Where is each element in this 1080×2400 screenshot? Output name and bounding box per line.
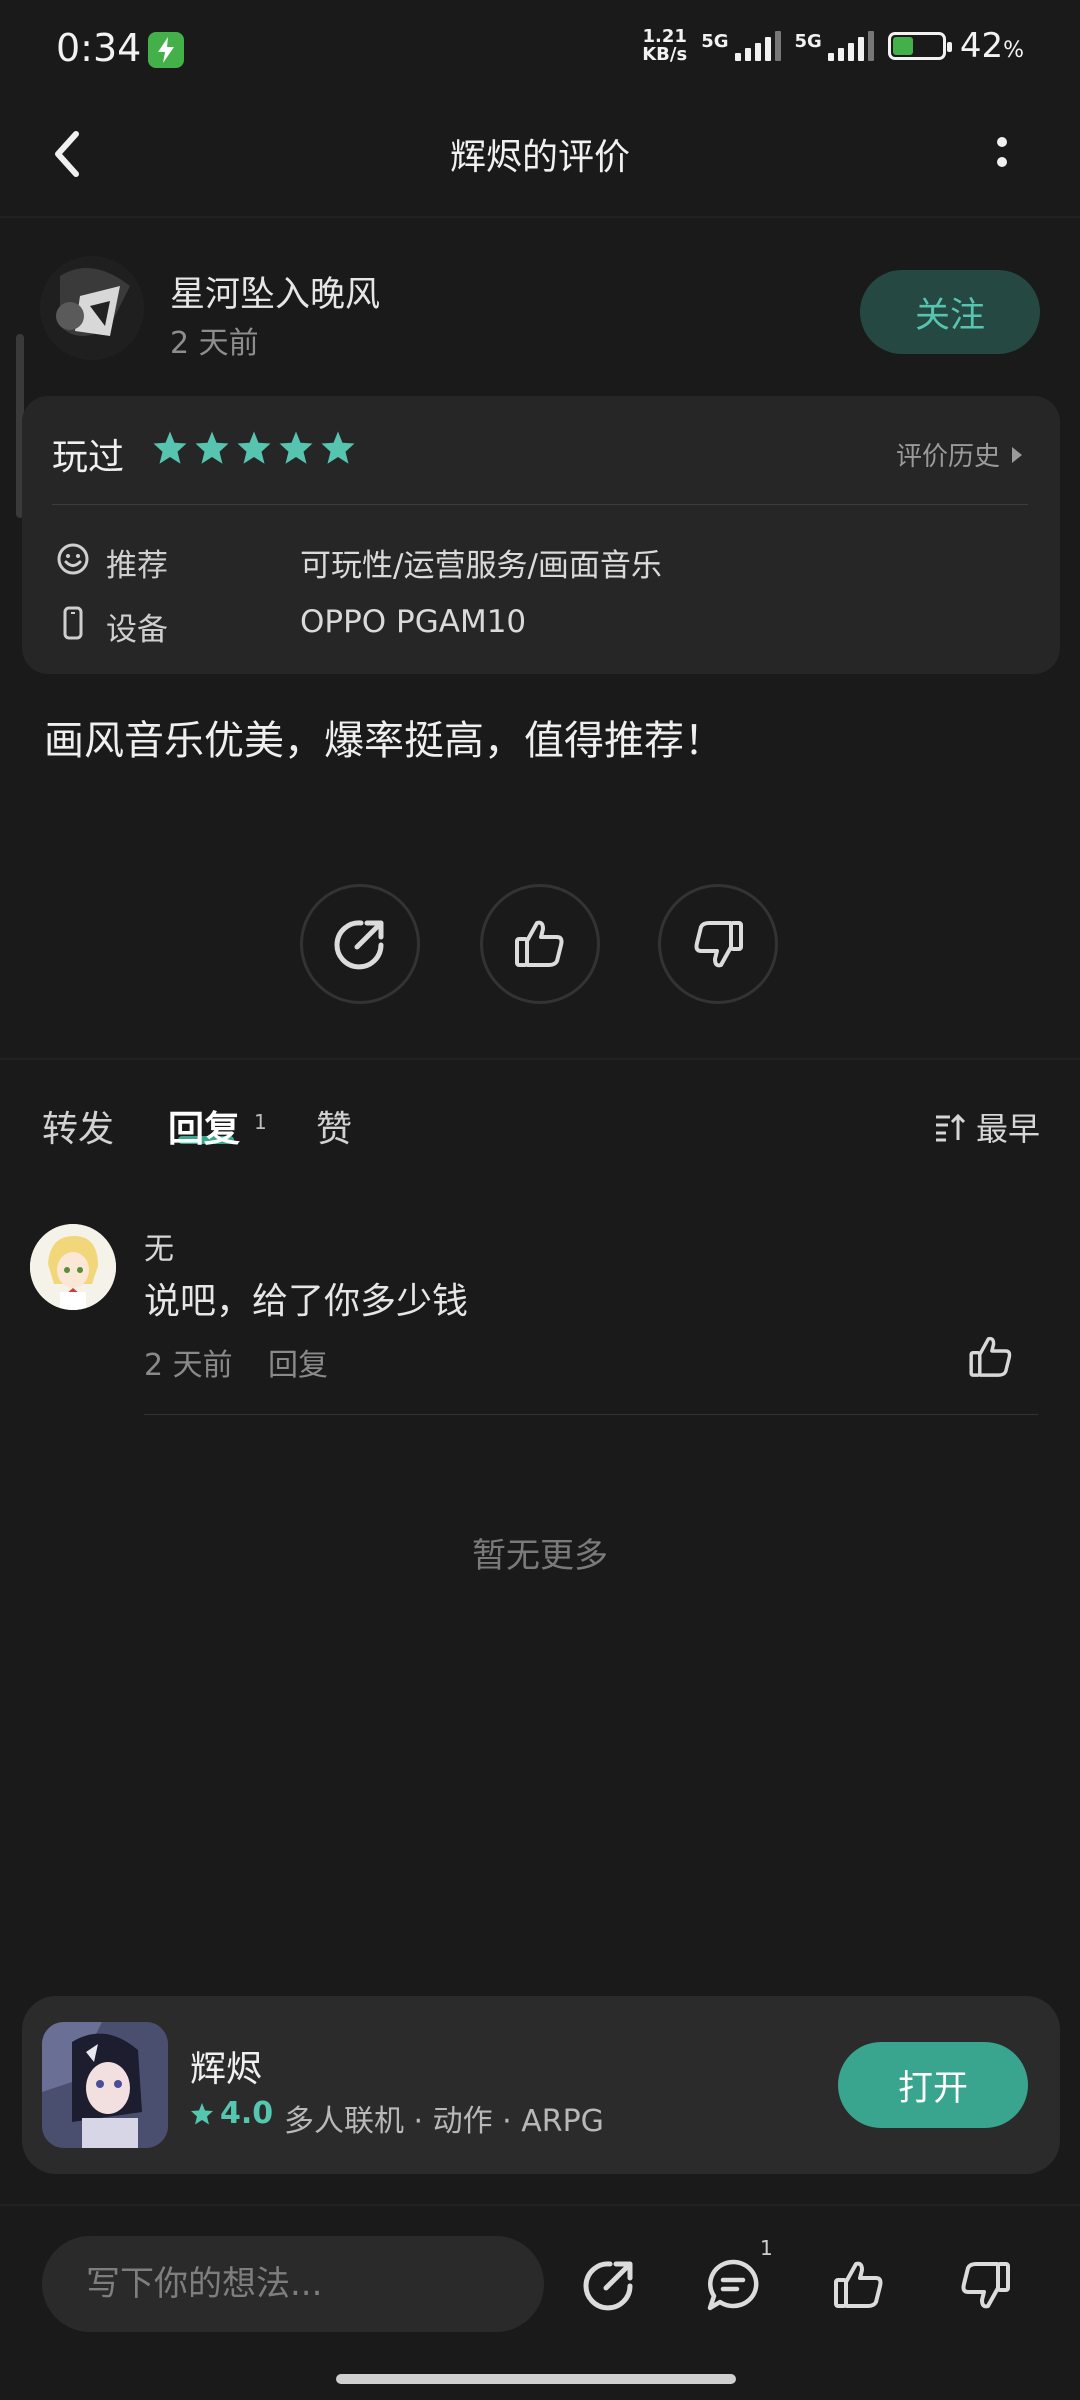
comment-text: 说吧，给了你多少钱 [144,1281,469,1322]
thumbs-up-icon [515,920,564,967]
device-label: 设备 [106,612,168,648]
game-icon[interactable] [42,2022,168,2148]
comment-reply-button[interactable]: 回复 [268,1340,328,1384]
card-divider [52,504,1028,505]
home-indicator[interactable] [336,2374,736,2384]
star-icon [191,2102,213,2124]
review-history-link[interactable]: 评价历史 [896,436,1024,473]
section-divider [0,1058,1080,1060]
tab-forward[interactable]: 转发 [42,1100,114,1152]
follow-button[interactable]: 关注 [860,270,1040,354]
sort-button[interactable]: 最早 [934,1104,1040,1150]
review-text: 画风音乐优美，爆率挺高，值得推荐！ [44,718,724,764]
more-options-icon[interactable] [990,132,1014,176]
comment-divider [144,1414,1038,1415]
status-time: 0:34 [56,26,142,70]
thumbs-down-icon [694,921,743,968]
network-speed: 1.21 KB/s [642,28,687,64]
dislike-button[interactable] [658,884,778,1004]
star-icon [279,431,313,464]
signal-sim1-icon: 5G [701,31,781,61]
game-rating: 4.0 [190,2096,273,2131]
game-name[interactable]: 辉烬 [190,2040,262,2092]
no-more-text: 暂无更多 [472,1536,608,1576]
header-divider [0,216,1080,218]
signal-sim2-icon: 5G [795,31,874,61]
thumbs-down-icon[interactable] [956,2256,1014,2314]
like-button[interactable] [480,884,600,1004]
share-icon[interactable] [580,2256,638,2314]
phone-icon [56,606,90,640]
reviewer-name[interactable]: 星河坠入晚风 [170,266,380,317]
page-title: 辉烬的评价 [449,137,630,178]
status-icons: 1.21 KB/s 5G 5G 42% [642,26,1024,66]
star-icon [195,431,229,464]
device-value: OPPO PGAM10 [300,604,527,640]
comment-like-icon[interactable] [966,1332,1016,1382]
sort-icon [936,1113,966,1142]
share-icon [334,920,384,970]
open-game-button[interactable]: 打开 [838,2042,1028,2128]
comment-time: 2 天前 [144,1348,233,1383]
review-time: 2 天前 [170,326,259,361]
comment-count-badge: 1 [760,2236,773,2260]
star-icon [153,431,187,464]
bottom-divider [0,2204,1080,2206]
sort-label: 最早 [976,1110,1041,1148]
commenter-avatar[interactable] [30,1224,116,1310]
charging-app-icon [148,32,184,68]
sim2-label: 5G [794,31,822,52]
recommend-value: 可玩性/运营服务/画面音乐 [300,548,662,584]
reviewer-avatar[interactable] [40,256,144,360]
sim1-label: 5G [701,31,729,52]
review-history-label: 评价历史 [896,442,1001,472]
tab-reply[interactable]: 回复 [168,1100,240,1152]
star-icon [321,431,355,464]
star-icon [237,431,271,464]
triangle-right-icon [1012,446,1023,463]
game-rating-value: 4.0 [220,2096,274,2131]
battery-percent: 42% [959,26,1024,66]
thumbs-up-icon[interactable] [830,2256,888,2314]
reply-count: 1 [254,1110,267,1134]
tab-like[interactable]: 赞 [316,1100,352,1152]
comment-icon[interactable] [704,2256,762,2314]
share-button[interactable] [300,884,420,1004]
battery-icon [887,32,952,60]
play-status: 玩过 [52,437,125,478]
star-rating [152,430,356,466]
comment-input[interactable] [42,2236,544,2332]
net-speed-unit: KB/s [642,44,688,65]
smile-icon [56,542,90,576]
game-tags: 多人联机 · 动作 · ARPG [284,2104,604,2139]
recommend-label: 推荐 [106,548,168,584]
commenter-name[interactable]: 无 [144,1224,174,1268]
